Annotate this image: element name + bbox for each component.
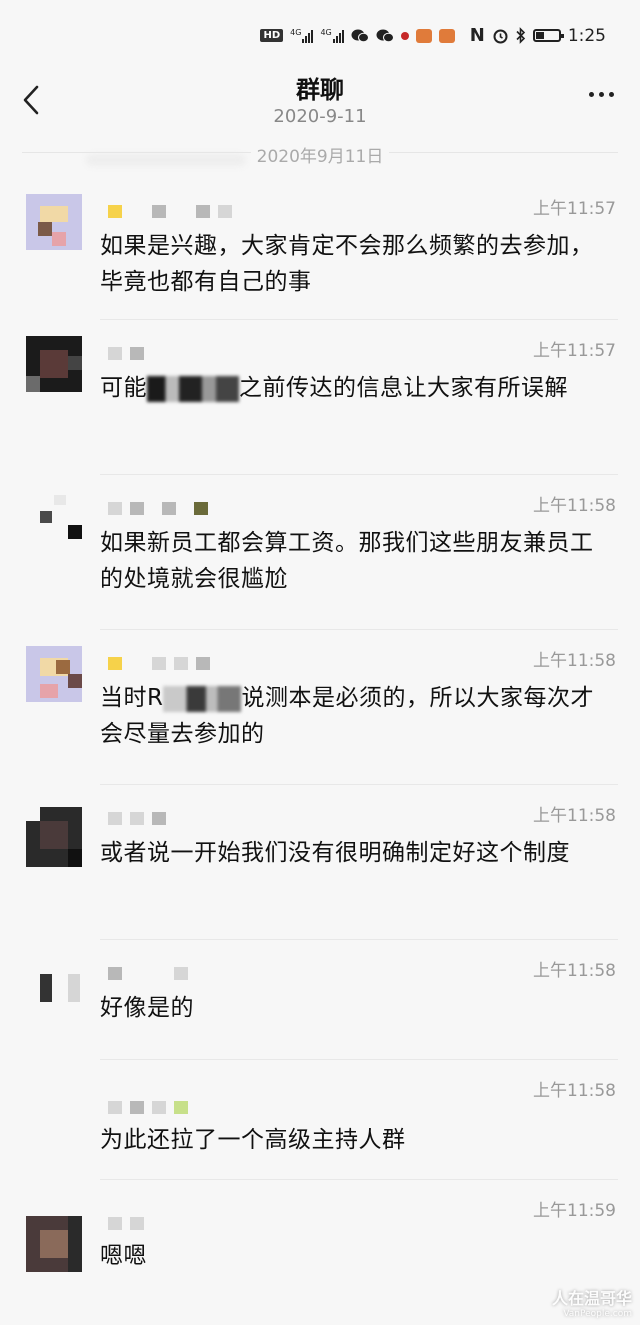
message-text: 好像是的 — [100, 995, 194, 1021]
watermark-logo: 人在温哥华 VanPeople.com — [552, 1285, 632, 1319]
signal-1-icon: 4G — [290, 27, 314, 43]
sender-name-redacted — [108, 346, 144, 360]
watermark-subtext: VanPeople.com — [563, 1309, 632, 1319]
message-text: 可能 之前传达的信息让大家有所误解 — [100, 370, 606, 406]
list-item[interactable]: 上午11:58 好像是的 — [0, 940, 640, 1060]
message-text: 或者说一开始我们没有很明确制定好这个制度 — [100, 840, 570, 866]
message-time: 上午11:58 — [533, 806, 616, 826]
avatar[interactable] — [26, 1082, 82, 1138]
nfc-icon: N — [469, 25, 485, 46]
alarm-icon — [492, 27, 509, 44]
list-item[interactable]: 上午11:58 如果新员工都会算工资。那我们这些朋友兼员工的处境就会很尴尬 — [0, 475, 640, 630]
list-item[interactable]: 上午11:58 当时R 说测本是必须的，所以大家每次才会尽量去参加的 — [0, 630, 640, 785]
avatar[interactable] — [26, 646, 82, 702]
date-divider: 2020年9月11日 — [0, 142, 640, 168]
avatar[interactable] — [26, 1216, 82, 1272]
wechat-icon — [351, 29, 369, 43]
date-divider-label: 2020年9月11日 — [250, 147, 390, 167]
sender-name-redacted — [108, 204, 232, 218]
message-time: 上午11:57 — [533, 341, 616, 361]
avatar[interactable] — [26, 336, 82, 392]
app-notification-icon-2 — [438, 28, 455, 43]
sender-name-redacted — [108, 501, 208, 515]
network-type-label: 4G — [320, 27, 332, 37]
message-text-part: 当时R — [100, 685, 164, 711]
list-item[interactable]: 上午11:58 或者说一开始我们没有很明确制定好这个制度 — [0, 785, 640, 940]
message-text: 嗯嗯 — [100, 1243, 147, 1269]
message-time: 上午11:57 — [533, 199, 616, 219]
message-text: 如果是兴趣，大家肯定不会那么频繁的去参加，毕竟也都有自己的事 — [100, 233, 594, 295]
list-item[interactable]: 上午11:58 为此还拉了一个高级主持人群 — [0, 1060, 640, 1180]
message-text-part: 可能 — [100, 375, 147, 401]
sender-name-redacted — [108, 656, 210, 670]
message-text: 当时R 说测本是必须的，所以大家每次才会尽量去参加的 — [100, 680, 606, 752]
signal-2-icon: 4G — [320, 27, 344, 43]
sender-name-redacted — [108, 1100, 188, 1114]
wechat-icon-2 — [376, 29, 394, 43]
page-title: 群聊 — [296, 76, 344, 104]
notification-dot-icon — [400, 31, 409, 40]
message-text: 如果新员工都会算工资。那我们这些朋友兼员工的处境就会很尴尬 — [100, 530, 594, 592]
list-item[interactable]: 上午11:59 嗯嗯 — [0, 1180, 640, 1300]
avatar[interactable] — [26, 962, 82, 1018]
message-time: 上午11:58 — [533, 651, 616, 671]
sender-name-redacted — [108, 811, 166, 825]
list-item[interactable]: 上午11:57 可能 之前传达的信息让大家有所误解 — [0, 320, 640, 475]
page-subtitle: 2020-9-11 — [273, 106, 367, 127]
message-text: 为此还拉了一个高级主持人群 — [100, 1127, 406, 1153]
more-button[interactable] — [589, 92, 614, 97]
avatar[interactable] — [26, 194, 82, 250]
message-time: 上午11:58 — [533, 496, 616, 516]
sender-name-redacted — [108, 1216, 144, 1230]
message-time: 上午11:59 — [533, 1201, 616, 1221]
nav-bar: 群聊 2020-9-11 — [0, 62, 640, 146]
message-text-part: 之前传达的信息让大家有所误解 — [239, 375, 568, 401]
message-time: 上午11:58 — [533, 1081, 616, 1101]
status-icons: HD 4G 4G N 1:25 — [260, 25, 606, 46]
message-time: 上午11:58 — [533, 961, 616, 981]
app-notification-icon — [415, 28, 432, 43]
list-item[interactable]: 上午11:57 如果是兴趣，大家肯定不会那么频繁的去参加，毕竟也都有自己的事 — [0, 178, 640, 320]
hd-icon: HD — [260, 29, 284, 42]
battery-icon — [532, 29, 564, 42]
redacted-name — [163, 685, 242, 712]
redacted-name — [147, 375, 239, 402]
status-bar: HD 4G 4G N 1:25 — [0, 0, 640, 62]
status-time: 1:25 — [567, 25, 606, 46]
avatar[interactable] — [26, 807, 82, 867]
bluetooth-icon — [516, 27, 526, 44]
sender-name-redacted — [108, 966, 188, 980]
avatar[interactable] — [26, 491, 82, 547]
watermark-text: 人在温哥华 — [551, 1289, 632, 1308]
network-type-label: 4G — [290, 27, 302, 37]
more-icon — [589, 92, 594, 97]
